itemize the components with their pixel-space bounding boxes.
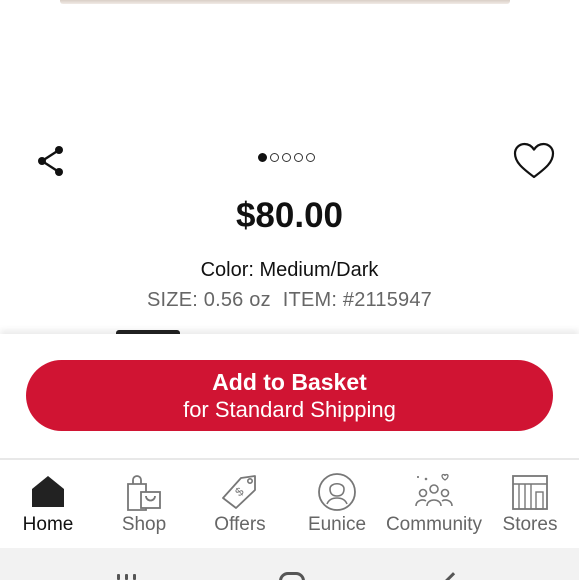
product-image-edge [60,0,510,4]
bottom-navigation: Home Shop $ Offers Eunice Community Stor… [0,460,579,548]
share-icon[interactable] [34,143,68,179]
store-icon [512,475,548,510]
svg-text:$: $ [232,484,247,499]
community-icon [415,473,453,507]
home-system-icon[interactable] [279,572,305,580]
shopping-bag-icon [127,475,161,511]
system-navigation-bar [0,548,579,580]
heart-icon[interactable] [512,141,556,181]
nav-item-stores[interactable]: Stores [482,460,578,548]
price-tag-icon: $ [222,475,256,509]
product-color: Color: Medium/Dark [200,259,379,281]
image-carousel-dots [258,153,315,162]
product-price: $80.00 [235,196,344,235]
carousel-dot[interactable] [270,153,279,162]
carousel-dot[interactable] [306,153,315,162]
product-size: SIZE: 0.56 oz [147,289,271,311]
carousel-dot[interactable] [282,153,291,162]
home-icon [32,476,64,507]
nav-label-stores: Stores [502,514,558,535]
product-item-number: ITEM: #2115947 [282,289,432,311]
shipping-method-label: for Standard Shipping [183,396,396,422]
back-icon[interactable] [443,572,463,580]
product-size-item-line: SIZE: 0.56 oz ITEM: #2115947 [0,289,579,312]
carousel-dot[interactable] [294,153,303,162]
recent-apps-icon[interactable] [117,574,139,580]
user-profile-icon [318,473,356,511]
add-to-basket-button[interactable]: Add to Basket for Standard Shipping [26,360,553,431]
add-to-basket-label: Add to Basket [212,368,367,395]
carousel-dot[interactable] [258,153,267,162]
